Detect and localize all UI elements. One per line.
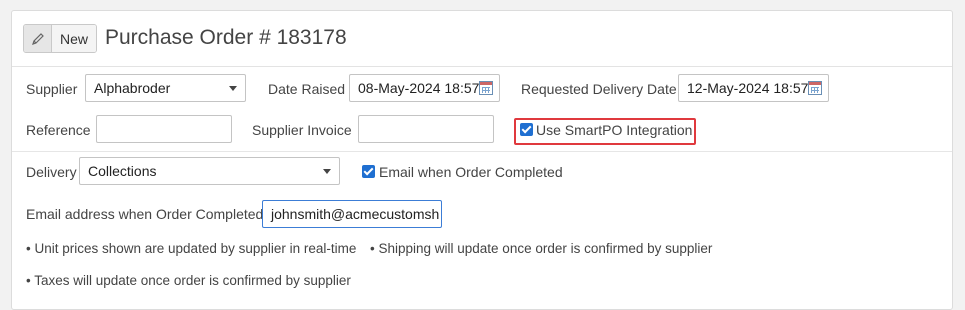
pencil-icon[interactable] bbox=[24, 25, 52, 52]
smartpo-checkbox[interactable] bbox=[520, 123, 533, 136]
new-button[interactable]: New bbox=[52, 25, 97, 52]
requested-delivery-field[interactable]: 12-May-2024 18:57 bbox=[678, 74, 829, 102]
date-raised-value: 08-May-2024 18:57 bbox=[358, 80, 480, 96]
date-raised-label: Date Raised bbox=[268, 81, 346, 97]
email-address-input[interactable]: johnsmith@acmecustomsh bbox=[262, 200, 442, 228]
note-shipping: • Shipping will update once order is con… bbox=[370, 241, 713, 256]
calendar-icon[interactable] bbox=[479, 81, 493, 95]
requested-delivery-label: Requested Delivery Date bbox=[521, 81, 677, 97]
supplier-select[interactable]: Alphabroder bbox=[85, 74, 246, 102]
requested-delivery-value: 12-May-2024 18:57 bbox=[687, 80, 809, 96]
note-unit-prices: • Unit prices shown are updated by suppl… bbox=[26, 241, 357, 256]
chevron-down-icon bbox=[323, 169, 331, 174]
supplier-label: Supplier bbox=[26, 81, 78, 97]
reference-input[interactable] bbox=[96, 115, 232, 143]
supplier-invoice-input[interactable] bbox=[358, 115, 494, 143]
new-button-group[interactable]: New bbox=[23, 24, 98, 53]
panel-header: New Purchase Order # 183178 bbox=[12, 11, 952, 67]
date-raised-field[interactable]: 08-May-2024 18:57 bbox=[349, 74, 500, 102]
purchase-order-panel: New Purchase Order # 183178 Supplier Alp… bbox=[11, 10, 953, 310]
section-divider bbox=[12, 151, 952, 152]
email-address-label: Email address when Order Completed bbox=[26, 206, 264, 222]
delivery-label: Delivery bbox=[26, 164, 77, 180]
email-completed-checkbox[interactable] bbox=[362, 165, 375, 178]
delivery-value: Collections bbox=[88, 163, 157, 179]
calendar-icon[interactable] bbox=[808, 81, 822, 95]
email-completed-label[interactable]: Email when Order Completed bbox=[379, 164, 563, 180]
supplier-value: Alphabroder bbox=[94, 80, 171, 96]
page-title: Purchase Order # 183178 bbox=[105, 26, 347, 49]
delivery-select[interactable]: Collections bbox=[79, 157, 340, 185]
smartpo-label[interactable]: Use SmartPO Integration bbox=[536, 122, 692, 138]
note-taxes: • Taxes will update once order is confir… bbox=[26, 273, 351, 288]
chevron-down-icon bbox=[229, 86, 237, 91]
supplier-invoice-label: Supplier Invoice bbox=[252, 122, 352, 138]
reference-label: Reference bbox=[26, 122, 91, 138]
